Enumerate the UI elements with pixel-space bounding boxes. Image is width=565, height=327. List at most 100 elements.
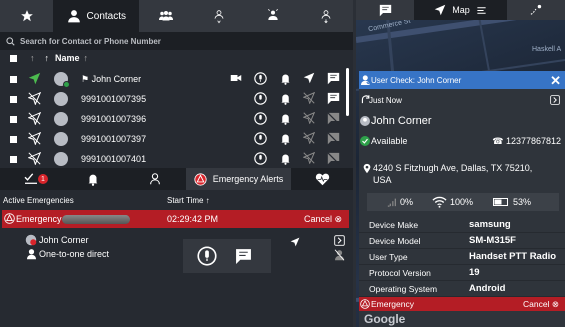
ptt-call-icon[interactable] <box>254 92 267 105</box>
message-disabled-icon[interactable] <box>327 152 340 165</box>
locate-disabled-icon[interactable] <box>303 112 315 124</box>
user-check-time: Just Now <box>369 96 402 105</box>
avatar <box>54 132 68 146</box>
location-tracking-on-icon[interactable] <box>28 72 41 85</box>
contacts-panel: Contacts Search for Contact or Phone Num… <box>0 0 353 327</box>
tab-broadcast-group[interactable] <box>246 0 299 32</box>
tab-emergency-alerts[interactable]: Emergency Alerts <box>185 168 292 190</box>
tab-tasks[interactable]: 1 <box>0 168 62 190</box>
contact-row[interactable]: 9991001007396 <box>0 109 345 129</box>
expand-icon[interactable] <box>334 235 345 246</box>
contact-row[interactable]: 9991001007397 <box>0 129 345 149</box>
emergency-user-avatar-icon <box>25 234 37 246</box>
name-sort-icon[interactable]: ↑ <box>84 53 89 63</box>
contact-list: ⚑ John Corner 9991001007395 999100100739… <box>0 69 345 169</box>
tab-incoming-group[interactable] <box>193 0 246 32</box>
expand-icon[interactable] <box>550 95 560 105</box>
contact-row[interactable]: 9991001007395 <box>0 89 345 109</box>
row-checkbox[interactable] <box>10 135 17 143</box>
emergency-label: Emergency <box>371 299 414 309</box>
alert-bell-icon[interactable] <box>279 112 292 125</box>
tab-map-tools[interactable] <box>507 0 565 20</box>
tab-contacts[interactable]: Contacts <box>53 0 140 32</box>
tab-groups[interactable] <box>139 0 192 32</box>
private-call-disabled-icon[interactable] <box>334 249 345 261</box>
ptt-call-icon[interactable] <box>197 246 217 266</box>
private-call-icon <box>27 249 36 260</box>
layers-icon[interactable] <box>476 5 487 16</box>
user-check-title: User Check: John Corner <box>371 76 462 85</box>
tab-map[interactable]: Map <box>414 0 507 20</box>
emergency-row[interactable]: Emergency 02:29:42 PM Cancel ⊗ <box>2 210 349 228</box>
detail-key: User Type <box>369 252 408 262</box>
avatar <box>54 92 68 106</box>
locate-disabled-icon[interactable] <box>303 92 315 104</box>
locate-disabled-icon[interactable] <box>303 132 315 144</box>
cancel-emergency-button[interactable]: Cancel ⊗ <box>523 299 559 310</box>
tab-user-location[interactable] <box>124 168 186 190</box>
alert-bell-icon[interactable] <box>279 72 292 85</box>
ptt-call-icon[interactable] <box>254 72 267 85</box>
message-icon[interactable] <box>235 248 252 265</box>
message-disabled-icon[interactable] <box>327 112 340 125</box>
emergency-user-name: John Corner <box>39 235 89 245</box>
detail-value: Android <box>469 283 506 294</box>
contact-list-header: ↑ ↑ Name ↑ <box>0 50 353 66</box>
start-time-header[interactable]: Start Time ↑ <box>167 196 210 205</box>
alert-bell-icon[interactable] <box>279 92 292 105</box>
emergency-alerts-label: Emergency Alerts <box>212 174 284 184</box>
cancel-emergency-button[interactable]: Cancel ⊗ <box>304 214 342 225</box>
contact-search[interactable]: Search for Contact or Phone Number <box>0 32 353 50</box>
emergency-detail: John Corner One-to-one direct <box>0 229 353 327</box>
row-checkbox[interactable] <box>10 75 17 83</box>
location-tracking-off-icon[interactable] <box>28 112 41 125</box>
user-emergency-row[interactable]: Emergency Cancel ⊗ <box>359 297 565 311</box>
bottom-tab-bar: 1 Emergency Alerts <box>0 168 353 190</box>
sort-arrow-icon[interactable]: ↑ <box>45 53 50 63</box>
message-disabled-icon[interactable] <box>327 132 340 145</box>
name-column-header[interactable]: Name <box>55 53 80 63</box>
ptt-call-icon[interactable] <box>254 132 267 145</box>
close-icon[interactable]: ✕ <box>550 73 561 89</box>
video-call-icon[interactable] <box>230 72 242 84</box>
ptt-call-icon[interactable] <box>254 112 267 125</box>
broadcast-group-icon <box>267 9 278 20</box>
contact-name: 9991001007396 <box>81 114 147 124</box>
locate-disabled-icon[interactable] <box>303 152 315 164</box>
alert-bell-icon <box>88 174 98 186</box>
location-tracking-off-icon[interactable] <box>28 92 41 105</box>
detail-key: Protocol Version <box>369 268 431 278</box>
device-stats: 0% 100% 53% <box>367 193 559 211</box>
row-checkbox[interactable] <box>10 115 17 123</box>
contact-row[interactable]: ⚑ John Corner <box>0 69 345 89</box>
emergency-icon <box>4 213 15 224</box>
message-icon <box>379 4 391 16</box>
tab-health[interactable] <box>291 168 353 190</box>
map-panel: Commerce St Haskell A Map User Check: Jo… <box>356 0 565 327</box>
alert-bell-icon[interactable] <box>279 132 292 145</box>
signal-icon <box>387 198 396 207</box>
message-icon[interactable] <box>327 92 340 105</box>
emergency-progress-bar <box>62 215 130 224</box>
row-checkbox[interactable] <box>10 155 17 163</box>
tab-alerts[interactable] <box>62 168 124 190</box>
tab-download-group[interactable] <box>300 0 353 32</box>
emergency-icon <box>194 172 207 186</box>
location-tracking-off-icon[interactable] <box>28 132 41 145</box>
row-checkbox[interactable] <box>10 95 17 103</box>
avatar <box>360 116 370 126</box>
available-status-icon <box>63 81 70 88</box>
select-all-checkbox[interactable] <box>10 54 17 62</box>
alert-bell-icon[interactable] <box>279 152 292 165</box>
locate-icon[interactable] <box>290 237 300 247</box>
locate-icon[interactable] <box>303 72 315 84</box>
contact-row[interactable]: 9991001007401 <box>0 149 345 169</box>
tab-favorites[interactable] <box>0 0 53 32</box>
contact-list-scrollbar[interactable] <box>346 68 349 116</box>
user-status: Available <box>371 136 408 146</box>
ptt-call-icon[interactable] <box>254 152 267 165</box>
location-tracking-off-icon[interactable] <box>28 152 41 165</box>
sort-arrow-icon[interactable]: ↑ <box>30 53 35 63</box>
tab-messages[interactable] <box>356 0 414 20</box>
message-icon[interactable] <box>327 72 340 85</box>
